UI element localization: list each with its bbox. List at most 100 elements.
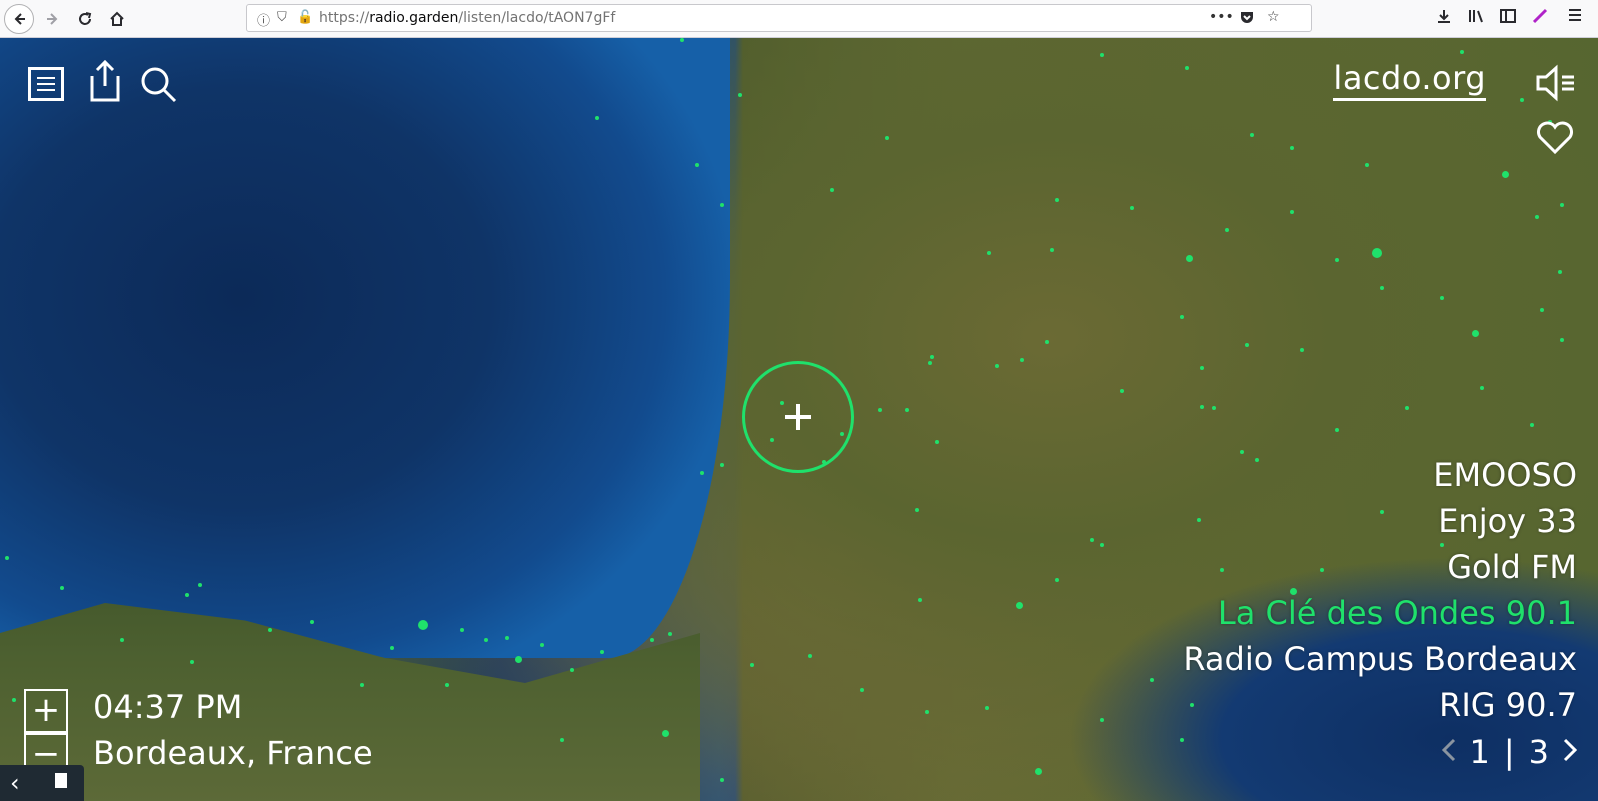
station-dot[interactable] [1200, 366, 1204, 370]
station-dot[interactable] [310, 620, 314, 624]
station-dot[interactable] [1290, 146, 1294, 150]
menu-icon[interactable] [28, 67, 64, 101]
station-dot[interactable] [1100, 53, 1104, 57]
station-dot[interactable] [1050, 248, 1054, 252]
station-dot[interactable] [700, 471, 704, 475]
station-dot[interactable] [1180, 315, 1184, 319]
station-dot[interactable] [1100, 718, 1104, 722]
station-dot[interactable] [1472, 330, 1479, 337]
station-dot[interactable] [1120, 389, 1124, 393]
station-dot[interactable] [680, 38, 684, 42]
station-dot[interactable] [12, 698, 16, 702]
station-dot[interactable] [595, 116, 599, 120]
station-dot[interactable] [505, 636, 509, 640]
station-dot[interactable] [1055, 578, 1059, 582]
extension-icon[interactable] [1532, 8, 1548, 28]
station-dot[interactable] [1200, 405, 1204, 409]
station-dot[interactable] [1100, 543, 1104, 547]
station-dot[interactable] [878, 408, 882, 412]
station-dot[interactable] [738, 93, 742, 97]
info-icon[interactable]: ⓘ [257, 10, 270, 29]
station-dot[interactable] [885, 136, 889, 140]
station-dot[interactable] [1535, 215, 1539, 219]
page-actions-icon[interactable]: ••• [1209, 9, 1234, 25]
station-dot[interactable] [60, 586, 64, 590]
chevron-left-icon[interactable] [1441, 735, 1456, 770]
zoom-in-button[interactable]: + [24, 689, 68, 733]
back-icon[interactable] [4, 4, 34, 34]
station-dot[interactable] [935, 440, 939, 444]
forward-icon[interactable] [38, 4, 68, 34]
chevron-left-icon[interactable]: ‹ [10, 769, 20, 797]
sidebar-icon[interactable] [1500, 8, 1516, 28]
station-dot[interactable] [1055, 198, 1059, 202]
search-icon[interactable] [140, 66, 178, 104]
station-dot[interactable] [750, 663, 754, 667]
station-dot[interactable] [995, 364, 999, 368]
station-website-link[interactable]: lacdo.org [1333, 58, 1486, 101]
station-dot[interactable] [1520, 98, 1524, 102]
station-item[interactable]: Gold FM [1183, 544, 1577, 590]
station-dot[interactable] [1090, 538, 1094, 542]
station-dot[interactable] [1016, 602, 1023, 609]
station-dot[interactable] [445, 683, 449, 687]
station-dot[interactable] [460, 628, 464, 632]
url-text[interactable]: https://radio.garden/listen/lacdo/tAON7g… [319, 10, 615, 26]
lock-warning-icon[interactable]: 🔓 [297, 10, 313, 25]
downloads-icon[interactable] [1436, 8, 1452, 28]
station-dot[interactable] [918, 598, 922, 602]
station-dot[interactable] [1372, 248, 1382, 258]
station-dot[interactable] [1380, 286, 1384, 290]
station-dot[interactable] [1440, 296, 1444, 300]
station-dot[interactable] [1405, 406, 1409, 410]
station-dot[interactable] [1250, 133, 1254, 137]
station-dot[interactable] [1480, 386, 1484, 390]
bookmark-star-icon[interactable]: ☆ [1267, 9, 1280, 25]
station-dot[interactable] [720, 203, 724, 207]
station-dot[interactable] [720, 463, 724, 467]
station-item[interactable]: Enjoy 33 [1183, 498, 1577, 544]
station-dot[interactable] [560, 738, 564, 742]
station-dot[interactable] [1212, 406, 1216, 410]
station-dot[interactable] [190, 660, 194, 664]
station-dot[interactable] [1530, 423, 1534, 427]
library-icon[interactable] [1468, 8, 1486, 28]
station-dot[interactable] [1020, 358, 1024, 362]
speaker-muted-icon[interactable] [1535, 64, 1577, 102]
station-dot[interactable] [1225, 228, 1229, 232]
station-dot[interactable] [570, 668, 574, 672]
station-dot[interactable] [1186, 255, 1193, 262]
station-dot[interactable] [905, 408, 909, 412]
station-dot[interactable] [695, 163, 699, 167]
station-dot[interactable] [185, 593, 189, 597]
station-dot[interactable] [925, 710, 929, 714]
station-dot[interactable] [662, 730, 669, 737]
station-dot[interactable] [860, 688, 864, 692]
station-dot[interactable] [985, 706, 989, 710]
station-dot[interactable] [1540, 308, 1544, 312]
station-dot[interactable] [198, 583, 202, 587]
station-dot[interactable] [720, 778, 724, 782]
station-dot[interactable] [484, 638, 488, 642]
station-dot[interactable] [540, 643, 544, 647]
station-dot[interactable] [1035, 768, 1042, 775]
station-dot[interactable] [1560, 203, 1564, 207]
station-dot[interactable] [650, 638, 654, 642]
station-dot[interactable] [1365, 163, 1369, 167]
shield-icon[interactable]: ⛉ [277, 10, 287, 25]
station-dot[interactable] [1150, 678, 1154, 682]
station-dot[interactable] [1335, 258, 1339, 262]
station-dot[interactable] [1180, 738, 1184, 742]
station-dot[interactable] [1130, 206, 1134, 210]
station-dot[interactable] [1335, 428, 1339, 432]
station-dot[interactable] [1502, 171, 1509, 178]
location-name[interactable]: Bordeaux, France [93, 731, 373, 775]
station-dot[interactable] [360, 683, 364, 687]
station-dot[interactable] [1460, 50, 1464, 54]
station-dot[interactable] [915, 508, 919, 512]
station-dot[interactable] [1185, 66, 1189, 70]
bottom-panel-toggle[interactable]: ‹ [0, 765, 84, 801]
station-dot[interactable] [808, 654, 812, 658]
station-dot[interactable] [1300, 348, 1304, 352]
station-dot[interactable] [1560, 338, 1564, 342]
